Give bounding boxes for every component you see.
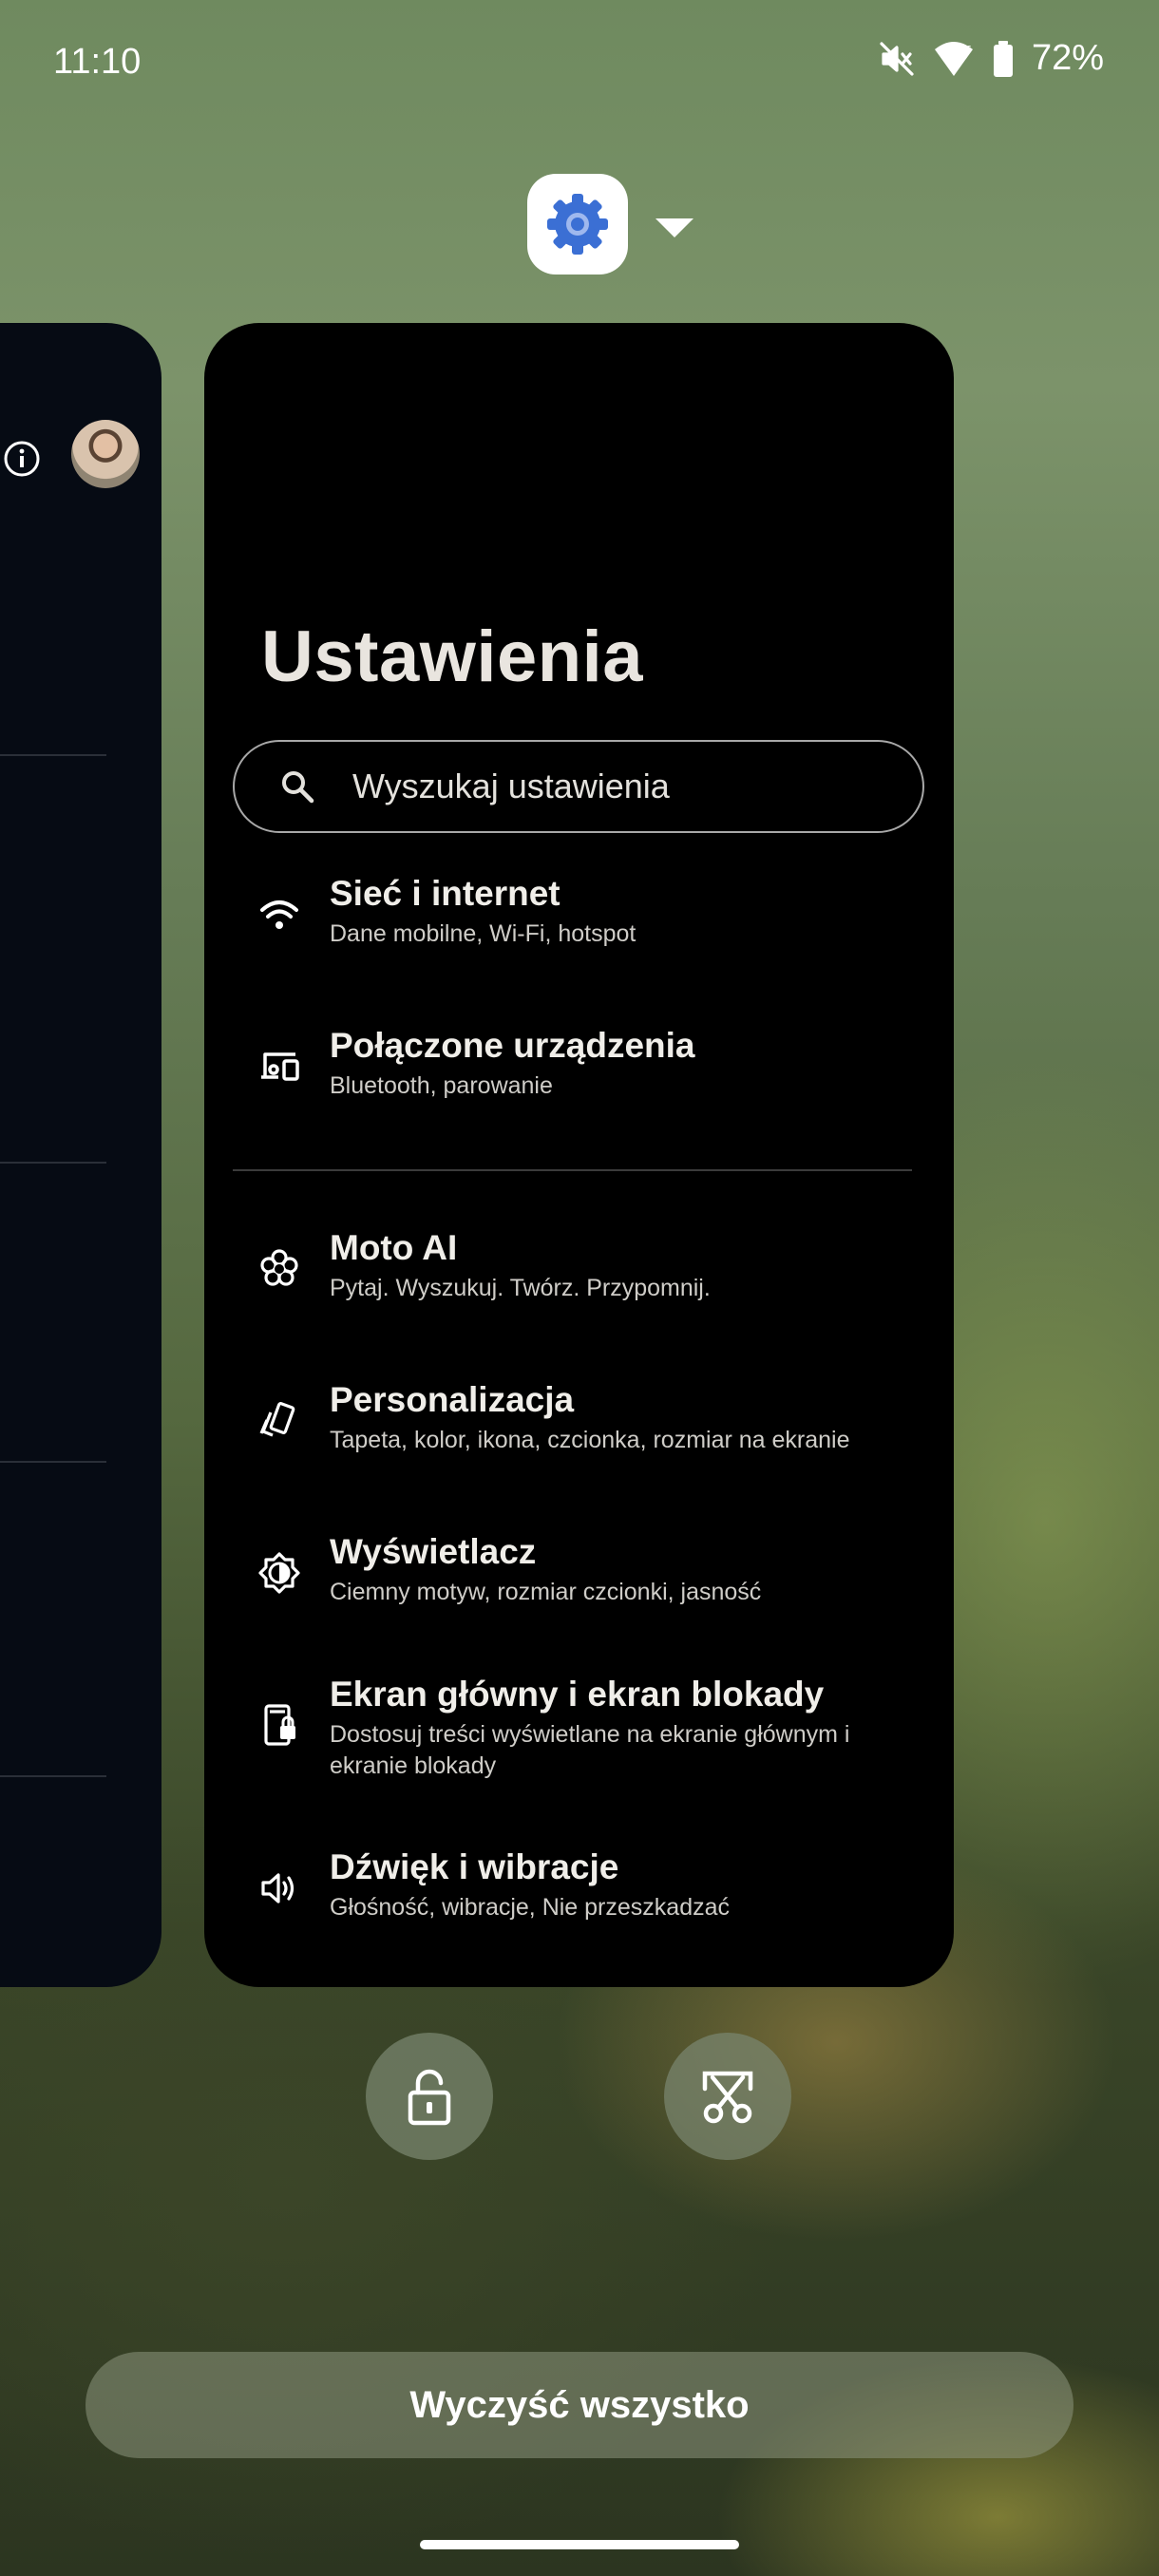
connected-devices-icon	[261, 1052, 299, 1081]
search-input[interactable]: Wyszukaj ustawienia	[233, 740, 924, 833]
battery-icon	[992, 40, 1015, 78]
settings-app-icon[interactable]	[527, 174, 628, 275]
screenshot-select-icon	[702, 2071, 753, 2124]
sound-icon	[261, 1873, 294, 1904]
setting-title: Wyświetlacz	[330, 1532, 537, 1571]
divider	[0, 1162, 106, 1164]
setting-title: Moto AI	[330, 1228, 458, 1267]
unlock-icon	[408, 2069, 451, 2126]
mute-icon	[878, 40, 916, 78]
home-gesture-handle[interactable]	[420, 2540, 739, 2549]
status-time: 11:10	[53, 42, 142, 82]
unlock-button[interactable]	[366, 2033, 493, 2160]
setting-home-lock-screen[interactable]: Ekran główny i ekran blokady Dostosuj tr…	[204, 1675, 954, 1836]
svg-text:6: 6	[965, 44, 972, 56]
app-menu-dropdown[interactable]	[654, 215, 695, 239]
info-icon[interactable]	[3, 440, 41, 478]
wifi-icon: 6	[933, 40, 975, 78]
wifi-icon	[260, 900, 298, 929]
status-icons: 6 72%	[878, 38, 1104, 79]
divider	[0, 754, 106, 756]
setting-title: Sieć i internet	[330, 874, 560, 913]
setting-network[interactable]: Sieć i internet Dane mobilne, Wi-Fi, hot…	[204, 874, 954, 997]
moto-ai-icon	[260, 1249, 298, 1286]
search-placeholder: Wyszukaj ustawienia	[352, 767, 670, 805]
avatar[interactable]	[71, 420, 140, 488]
settings-gear-icon	[547, 194, 608, 255]
setting-sound[interactable]: Dźwięk i wibracje Głośność, wibracje, Ni…	[204, 1847, 954, 1971]
setting-subtitle: Głośność, wibracje, Nie przeszkadzać	[330, 1894, 730, 1921]
divider	[0, 1461, 106, 1463]
setting-moto-ai[interactable]: Moto AI Pytaj. Wyszukuj. Twórz. Przypomn…	[204, 1228, 954, 1352]
personalize-icon	[259, 1402, 295, 1437]
recent-app-card-previous[interactable]	[0, 323, 162, 1987]
recent-app-card-settings[interactable]: Ustawienia Wyszukaj ustawienia Sieć i in…	[204, 323, 954, 1987]
setting-title: Personalizacja	[330, 1380, 575, 1419]
page-title: Ustawienia	[261, 616, 644, 697]
divider	[0, 1775, 106, 1777]
chevron-down-icon	[656, 218, 694, 237]
setting-subtitle: Tapeta, kolor, ikona, czcionka, rozmiar …	[330, 1427, 850, 1453]
search-icon	[282, 771, 314, 804]
setting-subtitle: Bluetooth, parowanie	[330, 1072, 553, 1099]
setting-personalization[interactable]: Personalizacja Tapeta, kolor, ikona, czc…	[204, 1380, 954, 1504]
divider	[233, 1169, 912, 1171]
screenshot-select-button[interactable]	[664, 2033, 791, 2160]
home-lock-screen-icon	[264, 1704, 295, 1746]
setting-title: Dźwięk i wibracje	[330, 1847, 619, 1886]
setting-subtitle: Pytaj. Wyszukuj. Twórz. Przypomnij.	[330, 1275, 711, 1301]
battery-percentage: 72%	[1031, 38, 1104, 78]
setting-subtitle: Dane mobilne, Wi-Fi, hotspot	[330, 920, 636, 947]
display-icon	[258, 1552, 300, 1594]
setting-title: Połączone urządzenia	[330, 1026, 695, 1065]
setting-title: Ekran główny i ekran blokady	[330, 1675, 825, 1714]
clear-all-button[interactable]: Wyczyść wszystko	[86, 2352, 1074, 2458]
setting-display[interactable]: Wyświetlacz Ciemny motyw, rozmiar czcion…	[204, 1532, 954, 1656]
setting-subtitle: Ciemny motyw, rozmiar czcionki, jasność	[330, 1579, 762, 1605]
setting-connected-devices[interactable]: Połączone urządzenia Bluetooth, parowani…	[204, 1026, 954, 1149]
setting-subtitle: Dostosuj treści wyświetlane na ekranie g…	[330, 1721, 850, 1779]
